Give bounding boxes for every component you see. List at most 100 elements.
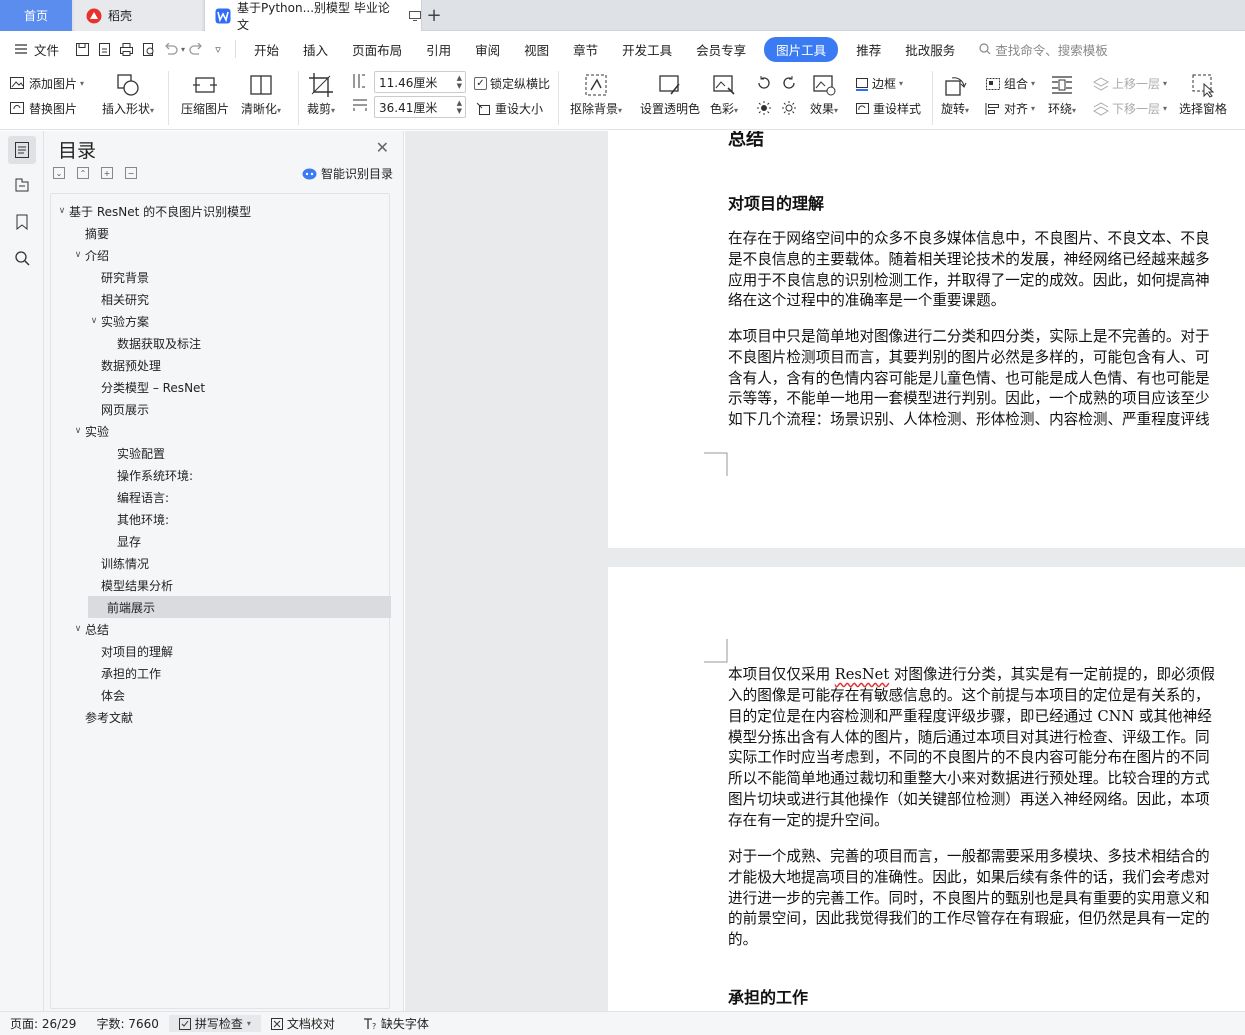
- toc-item[interactable]: 承担的工作: [51, 662, 161, 684]
- chapter-nav-icon[interactable]: [8, 171, 36, 199]
- chevron-down-icon[interactable]: ∨: [55, 206, 69, 216]
- chevron-down-icon[interactable]: ∨: [71, 426, 85, 436]
- align-button[interactable]: 对齐 ▾: [985, 100, 1035, 117]
- chevron-down-icon[interactable]: ∨: [71, 250, 85, 260]
- menu-insert[interactable]: 插入: [291, 40, 340, 59]
- toc-item[interactable]: ∨ 介绍: [51, 244, 109, 266]
- toc-item[interactable]: ∨ 总结: [51, 618, 109, 640]
- group-button[interactable]: 组合 ▾: [985, 75, 1035, 92]
- brightness-icon[interactable]: [756, 100, 772, 116]
- toc-item[interactable]: 研究背景: [51, 266, 149, 288]
- compress-image-button[interactable]: 压缩图片: [181, 72, 229, 117]
- toc-item[interactable]: 操作系统环境:: [51, 464, 193, 486]
- spell-check-toggle[interactable]: 拼写检查 ▾: [168, 1015, 261, 1032]
- tab-home[interactable]: 首页: [0, 0, 72, 31]
- bookmark-icon[interactable]: [8, 208, 36, 236]
- close-icon[interactable]: ✕: [376, 138, 389, 157]
- toc-item[interactable]: ∨ 实验: [51, 420, 109, 442]
- add-image-button[interactable]: 添加图片 ▾: [10, 75, 84, 92]
- menu-start[interactable]: 开始: [242, 40, 291, 59]
- toc-item[interactable]: 体会: [51, 684, 125, 706]
- tab-document[interactable]: 基于Python...别模型 毕业论文: [204, 0, 422, 32]
- menu-recommend[interactable]: 推荐: [844, 40, 893, 59]
- effect-button[interactable]: 效果▾: [810, 72, 838, 117]
- set-transparent-button[interactable]: 设置透明色: [640, 72, 700, 117]
- contrast-icon[interactable]: [781, 100, 797, 116]
- replace-image-button[interactable]: 替换图片: [10, 100, 77, 117]
- remove-background-button[interactable]: 抠除背景▾: [570, 72, 622, 117]
- new-tab-button[interactable]: +: [424, 0, 444, 31]
- bring-forward-button[interactable]: 上移一层 ▾: [1093, 75, 1167, 92]
- lock-ratio-checkbox[interactable]: ✓ 锁定纵横比: [474, 75, 550, 92]
- menu-review[interactable]: 审阅: [463, 40, 512, 59]
- rotate-button[interactable]: 旋转▾: [941, 72, 969, 117]
- width-spinner-icon[interactable]: ▲ ▼: [457, 99, 465, 115]
- missing-font-button[interactable]: ? 缺失字体: [353, 1015, 439, 1032]
- selection-pane-button[interactable]: 选择窗格: [1179, 72, 1227, 117]
- tab-monitor-icon[interactable]: [409, 10, 421, 21]
- chevron-down-icon[interactable]: ∨: [87, 316, 101, 326]
- find-icon[interactable]: [8, 244, 36, 272]
- page-indicator[interactable]: 页面: 26/29: [0, 1015, 86, 1032]
- chevron-down-icon[interactable]: ∨: [71, 624, 85, 634]
- print-icon[interactable]: [115, 42, 137, 57]
- document-proof-button[interactable]: 文档校对: [261, 1015, 345, 1032]
- smart-toc-button[interactable]: 智能识别目录: [302, 165, 393, 182]
- toc-item[interactable]: 网页展示: [51, 398, 149, 420]
- toc-item[interactable]: 摘要: [51, 222, 109, 244]
- toc-item[interactable]: 其他环境:: [51, 508, 169, 530]
- toc-item[interactable]: 实验配置: [51, 442, 165, 464]
- toc-item[interactable]: ∨ 基于 ResNet 的不良图片识别模型: [51, 200, 251, 222]
- toc-item[interactable]: 显存: [51, 530, 141, 552]
- menu-member[interactable]: 会员专享: [684, 40, 758, 59]
- collapse-all-icon[interactable]: ⌄: [53, 167, 65, 179]
- toc-item[interactable]: 数据预处理: [51, 354, 161, 376]
- toc-item[interactable]: 参考文献: [51, 706, 133, 728]
- toc-panel-icon[interactable]: [8, 136, 36, 164]
- menu-correction-service[interactable]: 批改服务: [893, 40, 967, 59]
- menu-chapter[interactable]: 章节: [561, 40, 610, 59]
- height-spinner-icon[interactable]: ▲ ▼: [457, 74, 465, 90]
- send-backward-button[interactable]: 下移一层 ▾: [1093, 100, 1167, 117]
- color-button[interactable]: 色彩▾: [710, 72, 738, 117]
- export-pdf-icon[interactable]: [93, 42, 115, 57]
- tab-daoke[interactable]: 稻壳: [74, 0, 202, 31]
- reset-style-button[interactable]: 重设样式: [855, 100, 921, 117]
- customize-toolbar-icon[interactable]: ▿: [207, 43, 229, 56]
- menu-page-layout[interactable]: 页面布局: [340, 40, 414, 59]
- print-preview-icon[interactable]: [137, 42, 159, 57]
- height-input[interactable]: 11.46厘米 ▲ ▼: [374, 71, 466, 93]
- width-input[interactable]: 36.41厘米 ▲ ▼: [374, 96, 466, 118]
- insert-shape-button[interactable]: 插入形状▾: [102, 72, 154, 117]
- menu-picture-tools[interactable]: 图片工具: [764, 36, 839, 62]
- toc-item[interactable]: 编程语言:: [51, 486, 169, 508]
- file-menu[interactable]: 文件: [0, 40, 71, 59]
- toc-item[interactable]: 模型结果分析: [51, 574, 173, 596]
- toc-item[interactable]: 分类模型 – ResNet: [51, 376, 205, 398]
- toc-item[interactable]: 训练情况: [51, 552, 149, 574]
- toc-item[interactable]: 相关研究: [51, 288, 149, 310]
- undo-icon[interactable]: [159, 43, 181, 55]
- add-heading-icon[interactable]: +: [101, 167, 113, 179]
- word-count[interactable]: 字数: 7660: [86, 1015, 168, 1032]
- clarity-button[interactable]: 清晰化▾: [241, 72, 281, 117]
- menu-developer[interactable]: 开发工具: [610, 40, 684, 59]
- border-button[interactable]: 边框 ▾: [855, 75, 903, 92]
- spell-error-word[interactable]: ResNet: [835, 666, 889, 683]
- wrap-button[interactable]: 环绕▾: [1048, 72, 1076, 117]
- reset-size-button[interactable]: 重设大小: [476, 100, 543, 117]
- toc-item[interactable]: 数据获取及标注: [51, 332, 201, 354]
- remove-heading-icon[interactable]: −: [125, 167, 137, 179]
- menu-references[interactable]: 引用: [414, 40, 463, 59]
- rotate-right-icon[interactable]: [781, 75, 797, 91]
- toc-item[interactable]: 对项目的理解: [51, 640, 173, 662]
- command-search[interactable]: 查找命令、搜索模板: [967, 40, 1120, 59]
- rotate-left-icon[interactable]: [756, 75, 772, 91]
- crop-button[interactable]: 裁剪▾: [307, 72, 335, 117]
- expand-up-icon[interactable]: ⌃: [77, 167, 89, 179]
- toc-item[interactable]: ∨ 实验方案: [51, 310, 149, 332]
- toc-item[interactable]: 前端展示: [88, 596, 391, 618]
- redo-icon[interactable]: [185, 43, 207, 55]
- save-icon[interactable]: [71, 42, 93, 57]
- menu-view[interactable]: 视图: [512, 40, 561, 59]
